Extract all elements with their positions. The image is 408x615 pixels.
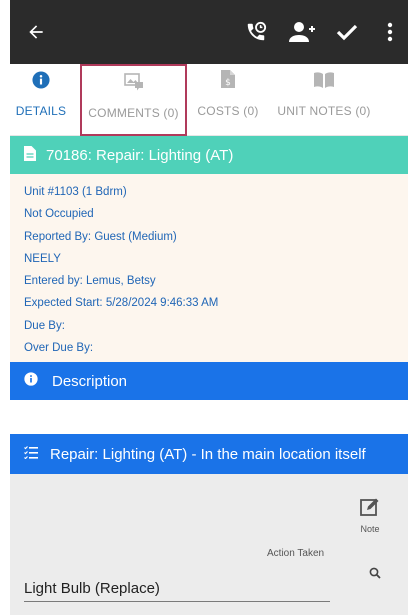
phone-screen: DETAILS COMMENTS (0) $ COSTS (0) UNIT NO… xyxy=(10,0,408,615)
checklist-icon xyxy=(24,445,38,463)
info-circle-icon xyxy=(32,71,50,94)
tab-unit-notes[interactable]: UNIT NOTES (0) xyxy=(272,64,376,136)
tab-comments-label: COMMENTS (0) xyxy=(88,106,179,120)
person-add-icon xyxy=(289,21,315,43)
due-by: Due By: xyxy=(24,319,65,332)
tab-details-label: DETAILS xyxy=(15,104,67,118)
tab-comments[interactable]: COMMENTS (0) xyxy=(80,64,187,136)
complete-button[interactable] xyxy=(332,0,362,64)
add-contact-button[interactable] xyxy=(286,0,318,64)
more-vertical-icon xyxy=(387,22,393,42)
note-button[interactable]: Note xyxy=(355,497,385,534)
cost-document-icon: $ xyxy=(220,69,236,94)
entered-by: Entered by: Lemus, Betsy xyxy=(24,275,156,288)
arrow-left-icon xyxy=(26,22,46,42)
task-bar[interactable]: Repair: Lighting (AT) - In the main loca… xyxy=(10,434,408,474)
tab-details[interactable]: DETAILS xyxy=(10,64,72,136)
info-icon xyxy=(24,372,38,390)
task-label: Repair: Lighting (AT) - In the main loca… xyxy=(50,445,366,463)
tab-costs-label: COSTS (0) xyxy=(197,104,259,118)
search-icon xyxy=(369,566,381,583)
reported-by: Reported By: Guest (Medium) xyxy=(24,230,177,243)
expected-start: Expected Start: 5/28/2024 9:46:33 AM xyxy=(24,297,219,310)
action-taken-field[interactable]: Light Bulb (Replace) xyxy=(24,578,330,602)
description-content xyxy=(10,400,408,432)
tab-unit-notes-label: UNIT NOTES (0) xyxy=(277,104,371,118)
book-icon xyxy=(313,71,335,94)
action-search-button[interactable] xyxy=(369,566,381,584)
document-icon xyxy=(24,145,36,165)
over-due-by: Over Due By: xyxy=(24,342,94,355)
note-label: Note xyxy=(360,524,380,534)
svg-text:$: $ xyxy=(225,78,231,88)
occupancy-status: Not Occupied xyxy=(24,208,94,221)
description-label: Description xyxy=(52,372,128,390)
work-order-details: Unit #1103 (1 Bdrm) Not Occupied Reporte… xyxy=(10,174,408,362)
back-button[interactable] xyxy=(16,0,56,64)
edit-note-icon xyxy=(360,498,380,521)
phone-clock-icon xyxy=(245,21,267,43)
description-bar[interactable]: Description xyxy=(10,362,408,400)
top-app-bar xyxy=(10,0,408,64)
tab-costs[interactable]: $ COSTS (0) xyxy=(196,64,260,136)
work-order-header: 70186: Repair: Lighting (AT) xyxy=(10,136,408,174)
action-taken-label: Action Taken xyxy=(267,548,325,559)
image-comment-icon xyxy=(123,73,144,96)
more-options-button[interactable] xyxy=(378,0,402,64)
work-order-title: 70186: Repair: Lighting (AT) xyxy=(46,146,234,164)
call-history-button[interactable] xyxy=(240,0,272,64)
unit-info: Unit #1103 (1 Bdrm) xyxy=(24,186,127,198)
tab-bar: DETAILS COMMENTS (0) $ COSTS (0) UNIT NO… xyxy=(10,64,408,136)
reporter-name: NEELY xyxy=(24,252,61,265)
check-icon xyxy=(336,23,358,41)
